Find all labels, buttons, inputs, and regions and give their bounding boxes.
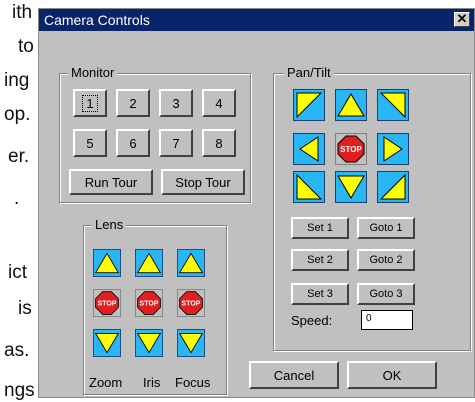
stop-sign-icon: STOP: [135, 289, 163, 317]
monitor-button-4[interactable]: 4: [202, 89, 236, 117]
bg-text-7: ict: [8, 262, 27, 283]
lens-focus-up-button[interactable]: [177, 249, 205, 277]
monitor-group-label: Monitor: [68, 65, 118, 80]
pan-tilt-up-right-button[interactable]: [377, 89, 409, 121]
bg-text-2: to: [18, 36, 34, 57]
lens-iris-label: Iris: [143, 375, 161, 390]
up-arrow-icon: [93, 249, 121, 277]
pan-tilt-down-left-button[interactable]: [293, 171, 325, 203]
pan-tilt-down-button[interactable]: [335, 171, 367, 203]
down-arrow-icon: [93, 329, 121, 357]
pan-tilt-left-button[interactable]: [293, 133, 325, 165]
goto-3-button[interactable]: Goto 3: [357, 283, 415, 305]
set-1-button[interactable]: Set 1: [291, 217, 349, 239]
stop-sign-icon: STOP: [335, 133, 367, 165]
lens-iris-stop-button[interactable]: STOP: [135, 289, 163, 317]
bg-text-8: is: [18, 298, 32, 319]
run-tour-button[interactable]: Run Tour: [69, 169, 153, 195]
lens-focus-down-button[interactable]: [177, 329, 205, 357]
stop-text: STOP: [340, 145, 362, 154]
bg-text-9: as.: [4, 340, 30, 361]
bg-text-3: ing: [4, 70, 30, 91]
goto-2-button[interactable]: Goto 2: [357, 249, 415, 271]
stop-text: STOP: [140, 301, 159, 308]
lens-iris-down-button[interactable]: [135, 329, 163, 357]
pantilt-group-label: Pan/Tilt: [284, 65, 334, 80]
close-button[interactable]: ✕: [454, 12, 470, 27]
monitor-button-1-label: 1: [82, 94, 98, 112]
up-right-arrow-icon: [377, 89, 409, 121]
set-2-button[interactable]: Set 2: [291, 249, 349, 271]
monitor-button-6[interactable]: 6: [116, 129, 150, 157]
lens-focus-label: Focus: [175, 375, 211, 390]
goto-1-button[interactable]: Goto 1: [357, 217, 415, 239]
stop-sign-icon: STOP: [177, 289, 205, 317]
set-3-button[interactable]: Set 3: [291, 283, 349, 305]
lens-zoom-down-button[interactable]: [93, 329, 121, 357]
monitor-button-7[interactable]: 7: [159, 129, 193, 157]
stop-text: STOP: [98, 301, 117, 308]
down-arrow-icon: [177, 329, 205, 357]
monitor-button-5[interactable]: 5: [73, 129, 107, 157]
lens-focus-stop-button[interactable]: STOP: [177, 289, 205, 317]
bg-text-6: .: [14, 188, 20, 209]
pan-tilt-stop-button[interactable]: STOP: [335, 133, 367, 165]
lens-zoom-up-button[interactable]: [93, 249, 121, 277]
up-arrow-icon: [335, 89, 367, 121]
bg-text-4: op.: [4, 104, 31, 125]
cancel-button[interactable]: Cancel: [249, 361, 339, 389]
pan-tilt-up-left-button[interactable]: [293, 89, 325, 121]
monitor-button-8[interactable]: 8: [202, 129, 236, 157]
ok-button[interactable]: OK: [347, 361, 437, 389]
stop-text: STOP: [182, 301, 201, 308]
stop-sign-icon: STOP: [93, 289, 121, 317]
down-right-arrow-icon: [377, 171, 409, 203]
stop-tour-button[interactable]: Stop Tour: [161, 169, 245, 195]
monitor-button-2[interactable]: 2: [116, 89, 150, 117]
down-arrow-icon: [335, 171, 367, 203]
title-bar[interactable]: Camera Controls ✕: [39, 9, 474, 31]
up-arrow-icon: [135, 249, 163, 277]
pan-tilt-up-button[interactable]: [335, 89, 367, 121]
down-left-arrow-icon: [293, 171, 325, 203]
monitor-button-3[interactable]: 3: [159, 89, 193, 117]
lens-group-label: Lens: [92, 217, 127, 232]
camera-controls-dialog: Camera Controls ✕ Monitor 1 2 3 4 5 6 7 …: [38, 8, 475, 398]
speed-input[interactable]: 0: [361, 310, 413, 330]
bg-text-10: ngs: [4, 380, 35, 401]
down-arrow-icon: [135, 329, 163, 357]
up-arrow-icon: [177, 249, 205, 277]
left-arrow-icon: [293, 133, 325, 165]
bg-text-1: ith: [12, 2, 33, 23]
up-left-arrow-icon: [293, 89, 325, 121]
lens-zoom-label: Zoom: [89, 375, 123, 390]
lens-iris-up-button[interactable]: [135, 249, 163, 277]
right-arrow-icon: [377, 133, 409, 165]
lens-zoom-stop-button[interactable]: STOP: [93, 289, 121, 317]
pan-tilt-down-right-button[interactable]: [377, 171, 409, 203]
monitor-button-1[interactable]: 1: [73, 89, 107, 117]
bg-text-5: er.: [8, 146, 30, 167]
speed-label: Speed:: [291, 313, 333, 328]
pan-tilt-right-button[interactable]: [377, 133, 409, 165]
dialog-title: Camera Controls: [44, 12, 150, 28]
